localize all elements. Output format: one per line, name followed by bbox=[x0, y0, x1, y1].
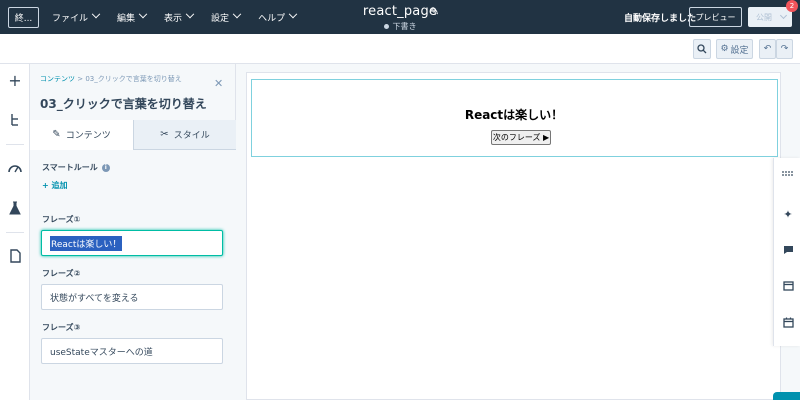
close-icon[interactable]: ✕ bbox=[214, 77, 223, 90]
smart-rule-text: スマートルール bbox=[42, 163, 98, 172]
phrase-3-label: フレーズ③ bbox=[42, 323, 81, 332]
breadcrumb: コンテンツ > 03_クリックで言葉を切り替え bbox=[40, 74, 182, 84]
tab-style[interactable]: ✂ スタイル bbox=[133, 120, 236, 150]
search-button[interactable] bbox=[693, 39, 711, 59]
phrase-2-value: 状態がすべてを変える bbox=[50, 293, 139, 304]
menu-edit[interactable]: 編集 bbox=[117, 9, 148, 24]
tools-icon: ✂ bbox=[160, 129, 169, 140]
page-preview: Reactは楽しい！ 次のフレーズ ▶ bbox=[246, 72, 781, 400]
smart-rule-label: スマートルール i bbox=[42, 162, 110, 173]
menu-help[interactable]: ヘルプ bbox=[258, 9, 298, 24]
next-phrase-button[interactable]: 次のフレーズ ▶ bbox=[491, 130, 551, 145]
phrase-display: Reactは楽しい！ bbox=[464, 108, 564, 122]
tab-content[interactable]: ✎ コンテンツ bbox=[30, 120, 133, 150]
menu-file[interactable]: ファイル bbox=[52, 9, 101, 24]
panel-body: スマートルール i + 追加 フレーズ① Reactは楽しい！ フレーズ② 状態が… bbox=[30, 150, 236, 400]
right-floating-toolbar: ✦ bbox=[773, 158, 800, 346]
tab-style-label: スタイル bbox=[173, 131, 210, 141]
preview-canvas: Reactは楽しい！ 次のフレーズ ▶ bbox=[236, 64, 800, 400]
flask-icon[interactable] bbox=[7, 200, 23, 216]
menu-file-label: ファイル bbox=[52, 13, 89, 24]
search-icon bbox=[697, 44, 707, 54]
settings-label: 設定 bbox=[730, 45, 749, 56]
chevron-down-icon bbox=[232, 9, 242, 19]
menu-bar: ファイル 編集 表示 設定 ヘルプ bbox=[52, 0, 314, 34]
panel-tabs: ✎ コンテンツ ✂ スタイル bbox=[30, 120, 236, 150]
draft-status-label: 下書き bbox=[392, 22, 417, 31]
info-icon[interactable]: i bbox=[101, 163, 110, 172]
phrase-1-value: Reactは楽しい！ bbox=[50, 235, 123, 251]
page-icon[interactable] bbox=[7, 248, 23, 264]
menu-settings[interactable]: 設定 bbox=[211, 9, 242, 24]
publish-button[interactable]: 公開 bbox=[748, 7, 792, 27]
chevron-down-icon bbox=[185, 9, 195, 19]
pencil-icon: ✎ bbox=[52, 128, 61, 140]
gear-icon: ⚙ bbox=[720, 44, 729, 54]
gauge-icon[interactable] bbox=[7, 160, 23, 176]
page-title[interactable]: react_page bbox=[330, 4, 470, 19]
draft-status: 下書き bbox=[330, 21, 470, 32]
calendar-icon[interactable] bbox=[782, 316, 794, 328]
menu-edit-label: 編集 bbox=[117, 13, 136, 24]
selected-module[interactable]: Reactは楽しい！ 次のフレーズ ▶ bbox=[251, 79, 778, 157]
panel-title: 03_クリックで言葉を切り替え bbox=[40, 97, 207, 111]
chevron-down-icon bbox=[779, 11, 788, 20]
autosave-status: 自動保存しました bbox=[624, 14, 697, 24]
status-dot-icon bbox=[383, 24, 389, 29]
settings-button[interactable]: ⚙ 設定 bbox=[716, 39, 753, 59]
grid-dots-icon[interactable] bbox=[782, 168, 794, 180]
phrase-3-value: useStateマスターへの道 bbox=[50, 347, 153, 358]
sparkle-icon[interactable]: ✦ bbox=[782, 208, 794, 221]
chevron-down-icon bbox=[91, 9, 101, 19]
phrase-2-input[interactable]: 状態がすべてを変える bbox=[41, 284, 223, 310]
exit-button[interactable]: 終... bbox=[8, 7, 39, 28]
chevron-down-icon bbox=[138, 9, 148, 19]
notification-badge: 2 bbox=[786, 0, 798, 12]
breadcrumb-separator: > bbox=[77, 75, 84, 83]
pencil-icon[interactable]: ✎ bbox=[430, 5, 439, 18]
tree-structure-icon[interactable] bbox=[7, 112, 23, 128]
undo-icon: ↶ bbox=[763, 44, 772, 54]
page-title-area: react_page 下書き bbox=[330, 4, 470, 32]
chevron-down-icon bbox=[288, 9, 298, 19]
help-tab[interactable] bbox=[773, 392, 800, 400]
editor-topbar: 終... ファイル 編集 表示 設定 ヘルプ react_page 下書き ✎ … bbox=[0, 0, 800, 34]
phrase-1-label: フレーズ① bbox=[42, 215, 81, 224]
publish-label: 公開 bbox=[756, 12, 772, 22]
phrase-1-input[interactable]: Reactは楽しい！ bbox=[41, 230, 223, 256]
breadcrumb-current: 03_クリックで言葉を切り替え bbox=[85, 75, 182, 83]
redo-icon: ↷ bbox=[780, 44, 789, 54]
window-icon[interactable] bbox=[782, 280, 794, 292]
add-icon[interactable]: + bbox=[7, 71, 23, 90]
add-smart-rule-link[interactable]: + 追加 bbox=[42, 180, 68, 191]
left-icon-rail: + bbox=[0, 64, 30, 400]
preview-button[interactable]: プレビュー bbox=[689, 7, 742, 27]
phrase-3-input[interactable]: useStateマスターへの道 bbox=[41, 338, 223, 364]
menu-help-label: ヘルプ bbox=[258, 13, 286, 24]
redo-button[interactable]: ↷ bbox=[776, 39, 793, 59]
module-editor-panel: コンテンツ > 03_クリックで言葉を切り替え ✕ 03_クリックで言葉を切り替… bbox=[30, 64, 236, 400]
undo-button[interactable]: ↶ bbox=[759, 39, 776, 59]
tab-content-label: コンテンツ bbox=[65, 130, 111, 141]
chat-icon[interactable] bbox=[782, 244, 794, 256]
menu-settings-label: 設定 bbox=[211, 13, 230, 24]
menu-view[interactable]: 表示 bbox=[164, 9, 195, 24]
phrase-2-label: フレーズ② bbox=[42, 269, 81, 278]
breadcrumb-root-link[interactable]: コンテンツ bbox=[40, 75, 75, 83]
rail-divider bbox=[6, 232, 24, 233]
rail-divider bbox=[6, 144, 24, 145]
secondary-toolbar: ⚙ 設定 ↶ ↷ bbox=[0, 34, 800, 64]
menu-view-label: 表示 bbox=[164, 13, 183, 24]
